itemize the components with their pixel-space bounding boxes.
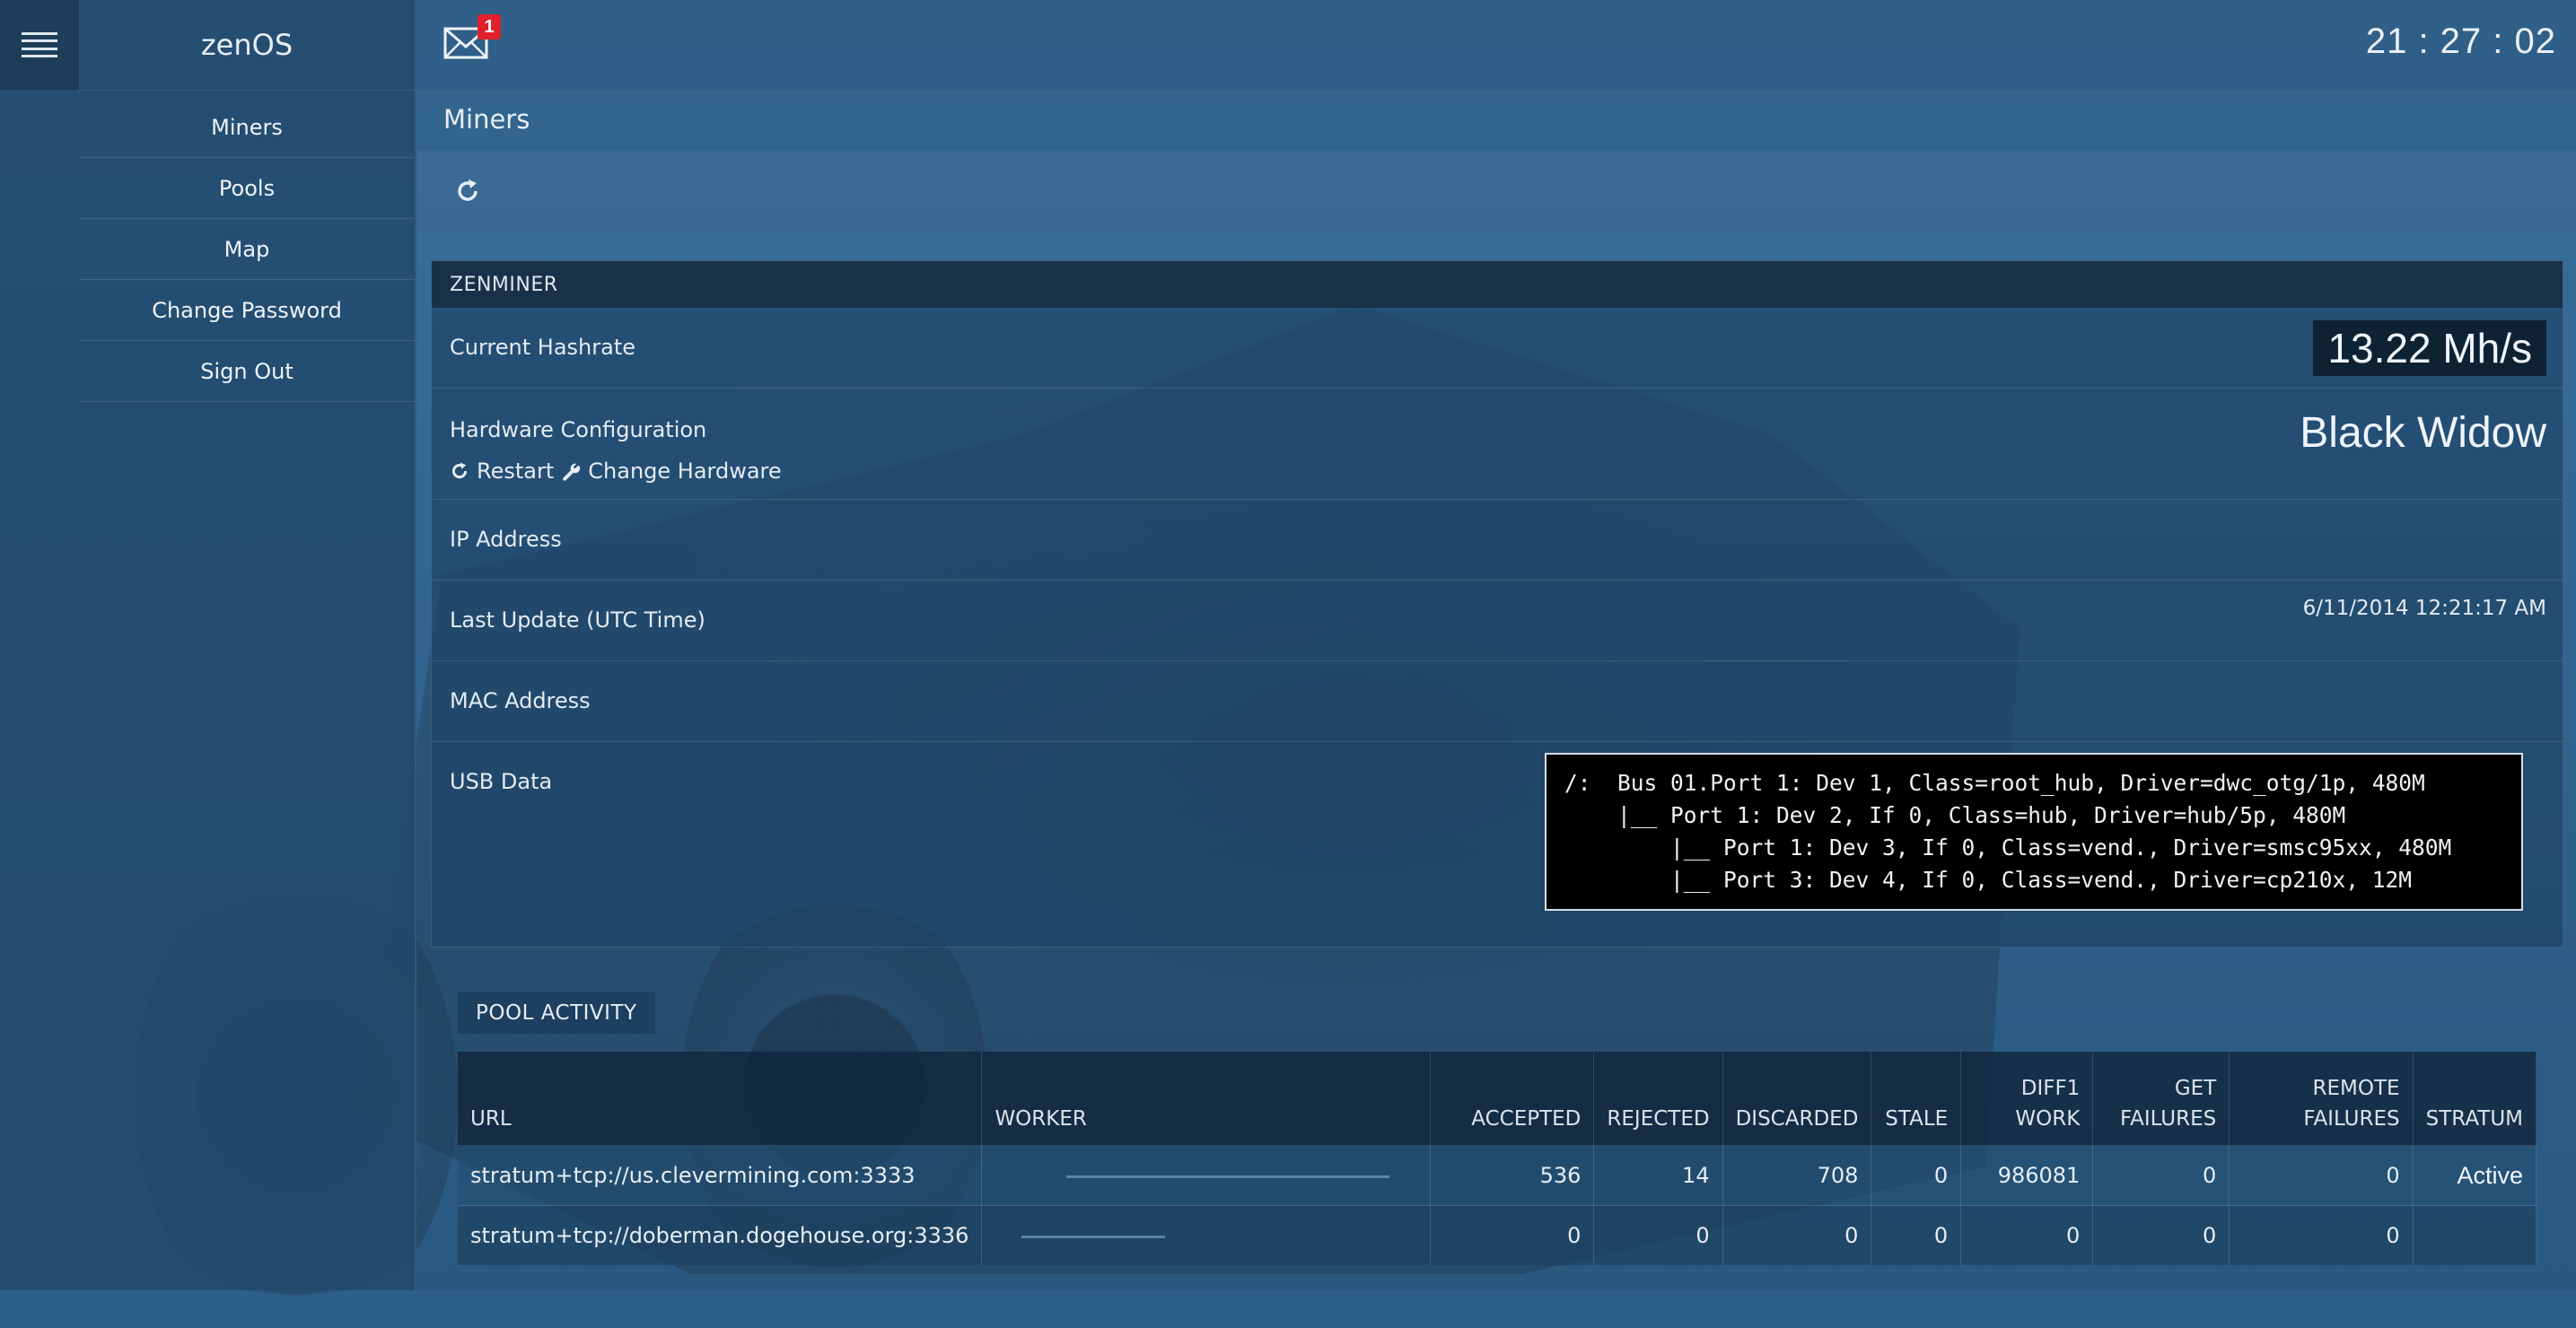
header-line: FAILURES [2303,1107,2400,1131]
pool-stratum [2413,1205,2537,1265]
header-line: WORK [2015,1107,2081,1131]
restart-button[interactable]: Restart [450,459,554,484]
miner-panel: ZENMINER Current Hashrate 13.22 Mh/s Har… [431,260,2563,948]
pool-remote-failures: 0 [2229,1145,2414,1206]
pool-remote-failures: 0 [2229,1205,2414,1265]
column-header-get-failures[interactable]: GET FAILURES [2092,1052,2230,1146]
hamburger-icon [22,32,57,57]
refresh-button[interactable] [454,178,485,208]
hashrate-value: 13.22 Mh/s [2313,320,2546,376]
header-line: FAILURES [2119,1107,2217,1131]
usb-row: USB Data /: Bus 01.Port 1: Dev 1, Class=… [432,742,2563,947]
hashrate-row: Current Hashrate 13.22 Mh/s [432,308,2563,389]
toolbar [416,151,2576,233]
usb-data-box: /: Bus 01.Port 1: Dev 1, Class=root_hub,… [1545,753,2523,911]
sidebar: zenOS Miners Pools Map Change Password S… [0,0,416,1290]
pool-diff1-work: 0 [1960,1205,2094,1265]
column-header-discarded[interactable]: DISCARDED [1722,1052,1872,1146]
pool-get-failures: 0 [2092,1145,2230,1206]
pool-accepted: 0 [1430,1205,1595,1265]
notification-badge: 1 [478,14,501,39]
pool-activity-table: URL WORKER ACCEPTED REJECTED DISCARDED S… [458,1052,2537,1265]
worker-placeholder [1021,1235,1166,1238]
hardware-actions: Restart Change Hardware [450,459,789,484]
usb-line: |__ Port 1: Dev 3, If 0, Class=vend., Dr… [1564,834,2452,861]
sidebar-item-map[interactable]: Map [79,219,415,280]
pool-accepted: 536 [1430,1145,1595,1206]
stratum-status: Active [2457,1161,2523,1189]
top-bar: 1 21 : 27 : 02 [416,0,2576,91]
sidebar-nav: Miners Pools Map Change Password Sign Ou… [79,97,415,402]
pool-activity-title: POOL ACTIVITY [458,992,655,1034]
hardware-value: Black Widow [2300,409,2546,457]
pool-url: stratum+tcp://doberman.dogehouse.org:333… [458,1205,983,1265]
change-hardware-label: Change Hardware [588,459,782,484]
usb-line: |__ Port 3: Dev 4, If 0, Class=vend., Dr… [1564,867,2413,893]
ip-label: IP Address [450,527,562,552]
column-header-remote-failures[interactable]: REMOTE FAILURES [2229,1052,2414,1146]
hashrate-label: Current Hashrate [450,335,635,360]
column-header-diff1-work[interactable]: DIFF1 WORK [1960,1052,2094,1146]
last-update-label: Last Update (UTC Time) [450,607,705,633]
table-header-row: URL WORKER ACCEPTED REJECTED DISCARDED S… [458,1052,2537,1146]
usb-line: |__ Port 1: Dev 2, If 0, Class=hub, Driv… [1564,802,2346,828]
usb-label: USB Data [450,769,553,794]
header-line: REMOTE [2312,1077,2400,1100]
hardware-row: Hardware Configuration Black Widow Resta… [432,389,2563,500]
column-header-worker[interactable]: WORKER [981,1052,1432,1146]
clock: 21 : 27 : 02 [2365,22,2556,61]
column-header-stratum[interactable]: STRATUM [2413,1052,2537,1146]
sidebar-item-change-password[interactable]: Change Password [79,280,415,341]
column-header-accepted[interactable]: ACCEPTED [1430,1052,1595,1146]
pool-get-failures: 0 [2092,1205,2230,1265]
refresh-icon [458,179,478,201]
change-hardware-button[interactable]: Change Hardware [561,459,782,484]
mac-row: MAC Address [432,661,2563,742]
pool-stale: 0 [1871,1145,1962,1206]
pool-rejected: 14 [1593,1145,1723,1206]
restart-label: Restart [477,459,555,484]
mac-label: MAC Address [450,688,591,713]
header-line: DIFF1 [2020,1077,2081,1100]
pool-discarded: 708 [1722,1145,1872,1206]
sidebar-item-sign-out[interactable]: Sign Out [79,341,415,402]
table-row[interactable]: stratum+tcp://doberman.dogehouse.org:333… [458,1205,2537,1265]
pool-worker [981,1205,1432,1265]
worker-placeholder [1066,1175,1390,1178]
column-header-url[interactable]: URL [458,1052,983,1146]
ip-row: IP Address [432,500,2563,581]
brand-name: zenOS [79,0,415,91]
pool-discarded: 0 [1722,1205,1872,1265]
column-header-rejected[interactable]: REJECTED [1593,1052,1723,1146]
page-title: Miners [443,104,530,135]
pool-rejected: 0 [1593,1205,1723,1265]
pool-diff1-work: 986081 [1960,1145,2094,1206]
last-update-value: 6/11/2014 12:21:17 AM [2302,597,2546,620]
pool-worker [981,1145,1432,1206]
column-header-stale[interactable]: STALE [1871,1052,1962,1146]
sidebar-item-pools[interactable]: Pools [79,158,415,219]
page-title-bar: Miners [416,90,2576,151]
pool-stale: 0 [1871,1205,1962,1265]
hardware-label: Hardware Configuration [450,417,707,442]
wrench-icon [563,463,581,481]
header-line: GET [2174,1077,2217,1100]
usb-line: /: Bus 01.Port 1: Dev 1, Class=root_hub,… [1564,770,2425,796]
refresh-icon [451,462,468,479]
menu-toggle-button[interactable] [0,0,79,90]
last-update-row: Last Update (UTC Time) 6/11/2014 12:21:1… [432,581,2563,661]
panel-title: ZENMINER [432,261,2563,308]
sidebar-item-miners[interactable]: Miners [79,97,415,158]
pool-stratum: Active [2413,1145,2537,1206]
pool-url: stratum+tcp://us.clevermining.com:3333 [458,1145,983,1206]
table-row[interactable]: stratum+tcp://us.clevermining.com:3333 5… [458,1145,2537,1206]
